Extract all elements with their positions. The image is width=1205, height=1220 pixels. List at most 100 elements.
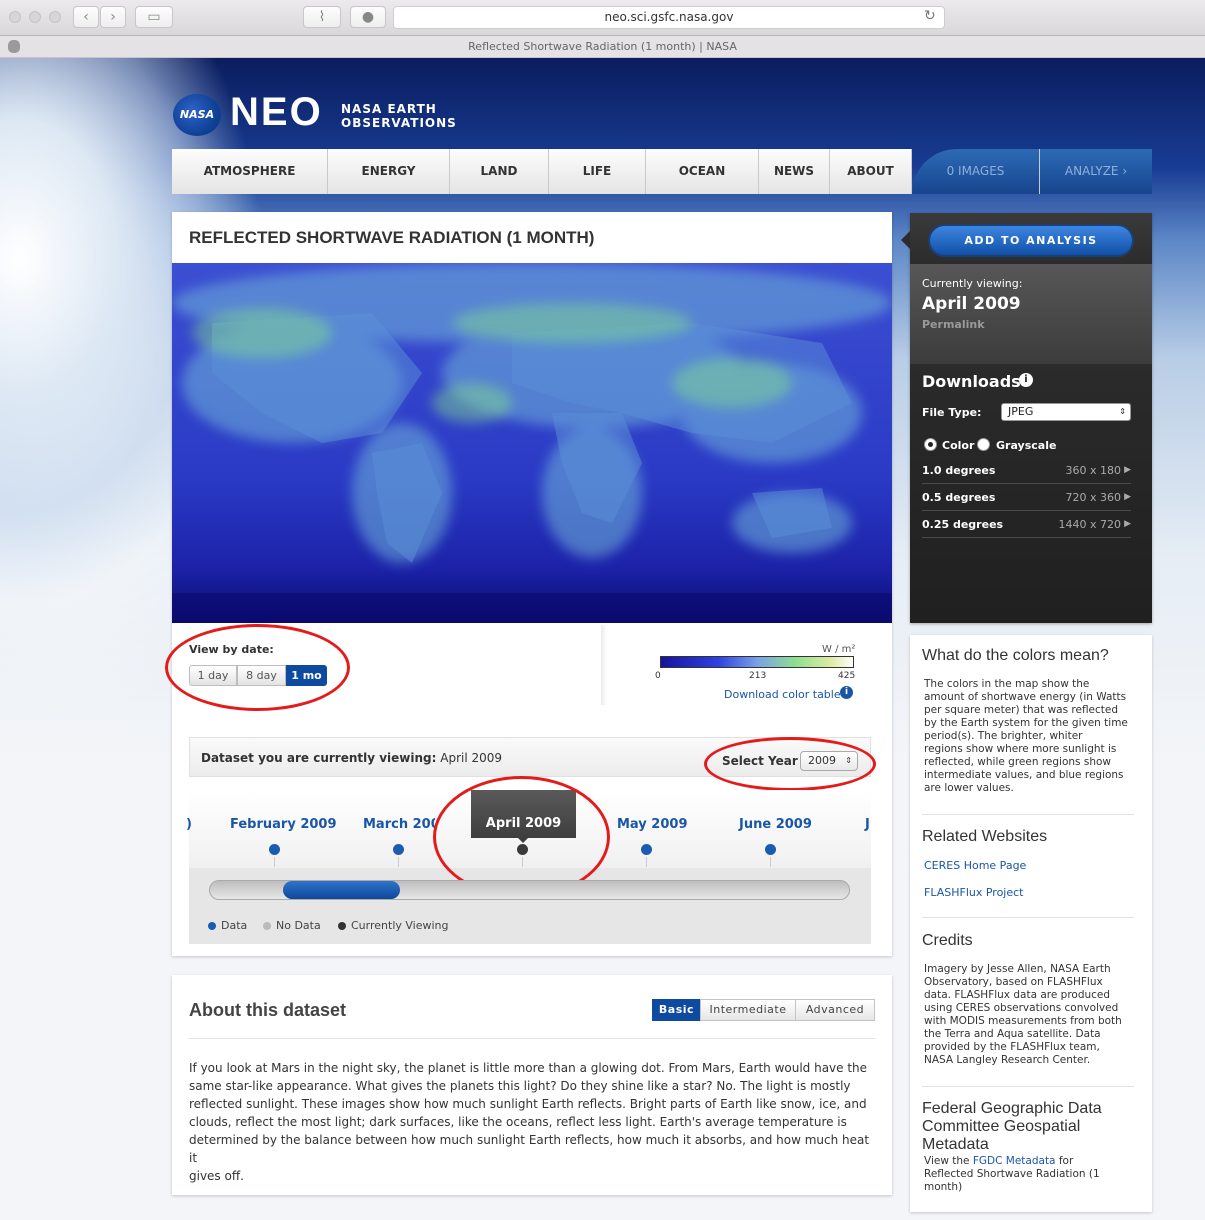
back-icon[interactable]: ‹ — [73, 6, 99, 28]
legend-data-label: Data — [221, 919, 248, 932]
fgdc-metadata-link[interactable]: FGDC Metadata — [973, 1155, 1056, 1167]
address-bar[interactable]: neo.sci.gsfc.nasa.gov — [393, 6, 945, 29]
sidebar-pointer — [901, 231, 910, 249]
chevron-right-icon: ▶ — [1124, 465, 1131, 475]
forward-icon[interactable]: › — [100, 6, 126, 28]
nav-energy[interactable]: ENERGY — [328, 149, 450, 194]
about-line: clouds, reflect the most light; dark sur… — [189, 1115, 847, 1129]
tab-basic[interactable]: Basic — [652, 999, 701, 1021]
window-minimize-button[interactable] — [29, 11, 41, 23]
timeline-month-next-partial[interactable]: J — [865, 817, 870, 832]
about-line: gives off. — [189, 1169, 244, 1183]
color-radio[interactable] — [924, 438, 937, 451]
legend-current-dot — [338, 922, 346, 930]
currently-viewing-date: April 2009 — [922, 294, 1021, 314]
fgdc-text: View the FGDC Metadata for Reflected Sho… — [924, 1155, 1130, 1194]
related-heading: Related Websites — [922, 828, 1048, 845]
fgdc-heading-line: Committee Geospatial — [922, 1118, 1081, 1135]
timeline-dot-may[interactable] — [641, 844, 652, 855]
reload-icon[interactable]: ↻ — [924, 8, 936, 24]
legend-data-dot — [208, 922, 216, 930]
timeline-dot-february[interactable] — [269, 844, 280, 855]
credits-line: provided by the FLASHFlux team, — [924, 1041, 1100, 1053]
sidebar-toggle-icon[interactable]: ▭ — [135, 6, 173, 28]
viewing-text: Dataset you are currently viewing: April… — [201, 751, 502, 765]
tab-advanced[interactable]: Advanced — [795, 999, 875, 1021]
about-line: same star-like appearance. What gives th… — [189, 1079, 851, 1093]
neo-logo[interactable]: NEO — [230, 90, 323, 135]
nav-analyze[interactable]: ANALYZE › — [1040, 149, 1152, 194]
timeline-month-may[interactable]: May 2009 — [617, 817, 688, 832]
credits-line: Observatory, based on FLASHFlux — [924, 976, 1103, 988]
about-line: reflected sunlight. These images show ho… — [189, 1097, 867, 1111]
downloads-info-icon[interactable]: i — [1019, 373, 1033, 387]
nasa-logo[interactable]: NASA — [173, 94, 221, 136]
timeline-month-prev-partial[interactable]: ) — [186, 817, 192, 832]
credits-line: the Terra and Aqua satellite. Data — [924, 1028, 1101, 1040]
colors-line: regions show where more sunlight is — [924, 743, 1117, 755]
download-1-0-degrees[interactable]: 1.0 degrees 360 x 180 ▶ — [922, 457, 1131, 484]
download-0-5-degrees[interactable]: 0.5 degrees 720 x 360 ▶ — [922, 484, 1131, 511]
nav-images[interactable]: 0 IMAGES — [912, 149, 1040, 194]
permalink-link[interactable]: Permalink — [922, 318, 985, 331]
grayscale-radio[interactable] — [977, 438, 990, 451]
timeline-month-february[interactable]: February 2009 — [230, 817, 337, 832]
neo-subtitle: NASA EARTH OBSERVATIONS — [341, 102, 471, 130]
resolution-size: 1440 x 720 — [1058, 518, 1122, 531]
window-zoom-button[interactable] — [49, 11, 61, 23]
privacy-icon[interactable]: ● — [350, 6, 386, 28]
file-type-select[interactable]: JPEG ⇕ — [1001, 403, 1131, 421]
add-to-analysis-button[interactable]: ADD TO ANALYSIS — [930, 226, 1132, 255]
tick — [398, 857, 399, 867]
colorbar-min: 0 — [655, 671, 661, 681]
download-color-table-link[interactable]: Download color table — [724, 688, 841, 701]
annotation-circle-year — [704, 737, 876, 791]
credits-line: data. FLASHFlux data are produced — [924, 989, 1111, 1001]
fgdc-heading-line: Metadata — [922, 1136, 989, 1153]
about-line: If you look at Mars in the night sky, th… — [189, 1061, 868, 1075]
tab-title: Reflected Shortwave Radiation (1 month) … — [0, 36, 1205, 58]
nav-atmosphere[interactable]: ATMOSPHERE — [172, 149, 328, 194]
tick — [770, 857, 771, 867]
colors-line: intermediate values, and blue regions — [924, 769, 1124, 781]
nav-land[interactable]: LAND — [450, 149, 549, 194]
ceres-home-page-link[interactable]: CERES Home Page — [924, 859, 1026, 872]
nav-ocean[interactable]: OCEAN — [646, 149, 759, 194]
about-divider — [189, 1038, 875, 1039]
colors-line: per square meter) that was reflected — [924, 704, 1119, 716]
grayscale-radio-label: Grayscale — [996, 439, 1057, 452]
about-line: determined by the balance between how mu… — [189, 1133, 870, 1165]
divider — [922, 917, 1134, 918]
flashflux-project-link[interactable]: FLASHFlux Project — [924, 886, 1023, 899]
chevron-right-icon: ▶ — [1124, 519, 1131, 529]
timeline-month-june[interactable]: June 2009 — [739, 817, 812, 832]
timeline-scroll-thumb[interactable] — [283, 881, 401, 899]
info-icon[interactable]: i — [840, 686, 853, 699]
fgdc-line: Reflected Shortwave Radiation (1 — [924, 1168, 1100, 1180]
chevron-right-icon: ▶ — [1124, 492, 1131, 502]
divider — [922, 814, 1134, 815]
download-0-25-degrees[interactable]: 0.25 degrees 1440 x 720 ▶ — [922, 511, 1131, 538]
colors-line: period(s). The brighter, whiter — [924, 730, 1083, 742]
timeline-dot-june[interactable] — [765, 844, 776, 855]
window-close-button[interactable] — [9, 11, 21, 23]
colors-line: reflected, while green regions show — [924, 756, 1112, 768]
credits-heading: Credits — [922, 932, 973, 949]
credits-line: NASA Langley Research Center. — [924, 1054, 1091, 1066]
color-radio-label: Color — [942, 439, 975, 452]
timeline-dot-march[interactable] — [393, 844, 404, 855]
fgdc-line: month) — [924, 1181, 963, 1193]
rss-icon[interactable]: ⌇ — [303, 6, 341, 28]
fgdc-post: for — [1058, 1155, 1074, 1167]
nav-analyze-label: ANALYZE — [1064, 164, 1119, 178]
nav-life[interactable]: LIFE — [549, 149, 646, 194]
resolution-label: 0.25 degrees — [922, 518, 1004, 531]
fgdc-pre: View the — [924, 1155, 970, 1167]
tab-intermediate[interactable]: Intermediate — [700, 999, 796, 1021]
apple-icon — [8, 40, 20, 53]
timeline-month-march[interactable]: March 2009 — [363, 817, 435, 832]
file-type-value: JPEG — [1008, 405, 1034, 418]
legend-no-data-dot — [263, 922, 271, 930]
nav-about[interactable]: ABOUT — [830, 149, 912, 194]
nav-news[interactable]: NEWS — [759, 149, 830, 194]
